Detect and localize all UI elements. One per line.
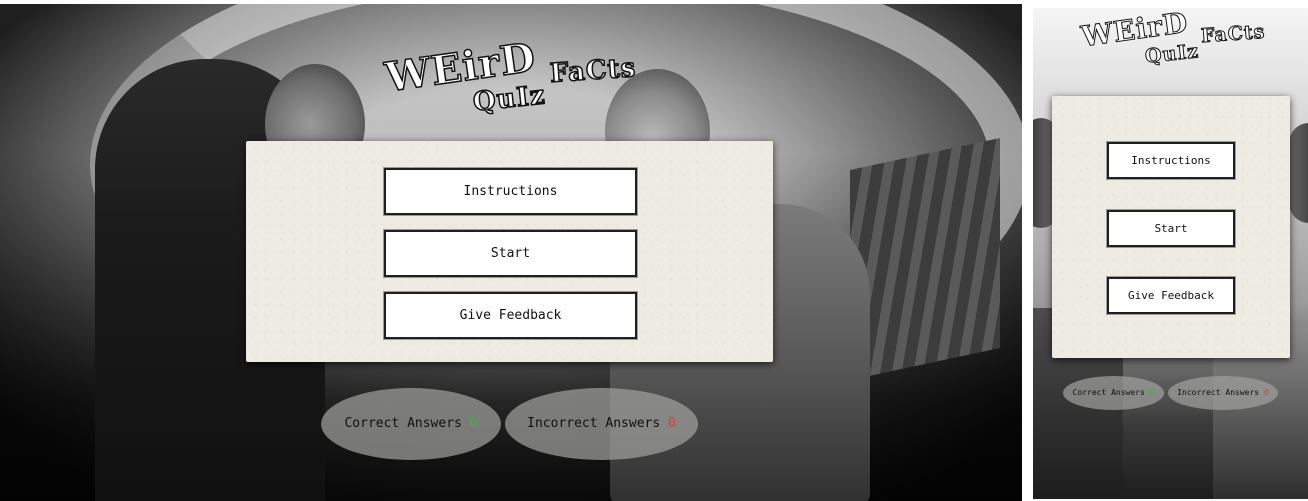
correct-answers-label: Correct Answers xyxy=(1072,388,1145,397)
instructions-button[interactable]: Instructions xyxy=(1107,142,1235,179)
menu-panel: Instructions Start Give Feedback xyxy=(1052,96,1290,358)
menu-panel: Instructions Start Give Feedback xyxy=(246,141,773,362)
incorrect-answers-label: Incorrect Answers xyxy=(527,416,661,431)
incorrect-answers-badge: Incorrect Answers 0 xyxy=(505,388,698,460)
quiz-logo: WEirD FaCts QuIz xyxy=(382,33,638,119)
give-feedback-button[interactable]: Give Feedback xyxy=(1107,277,1235,314)
correct-answers-count: 0 xyxy=(1149,388,1155,397)
incorrect-answers-badge: Incorrect Answers 0 xyxy=(1168,376,1278,410)
correct-answers-label: Correct Answers xyxy=(344,416,462,431)
mobile-view: WEirD FaCts QuIz Instructions Start Give… xyxy=(1033,8,1308,499)
start-button[interactable]: Start xyxy=(384,230,637,277)
correct-answers-badge: Correct Answers 0 xyxy=(1063,376,1164,410)
incorrect-answers-label: Incorrect Answers xyxy=(1177,388,1260,397)
desktop-view: WEirD FaCts QuIz Instructions Start Give… xyxy=(0,4,1022,501)
start-button[interactable]: Start xyxy=(1107,210,1235,247)
give-feedback-button[interactable]: Give Feedback xyxy=(384,292,637,339)
quiz-logo: WEirD FaCts QuIz xyxy=(1079,8,1267,68)
instructions-button[interactable]: Instructions xyxy=(384,168,637,215)
correct-answers-badge: Correct Answers 0 xyxy=(321,388,501,460)
incorrect-answers-count: 0 xyxy=(668,416,676,431)
incorrect-answers-count: 0 xyxy=(1263,388,1269,397)
correct-answers-count: 0 xyxy=(469,416,478,431)
